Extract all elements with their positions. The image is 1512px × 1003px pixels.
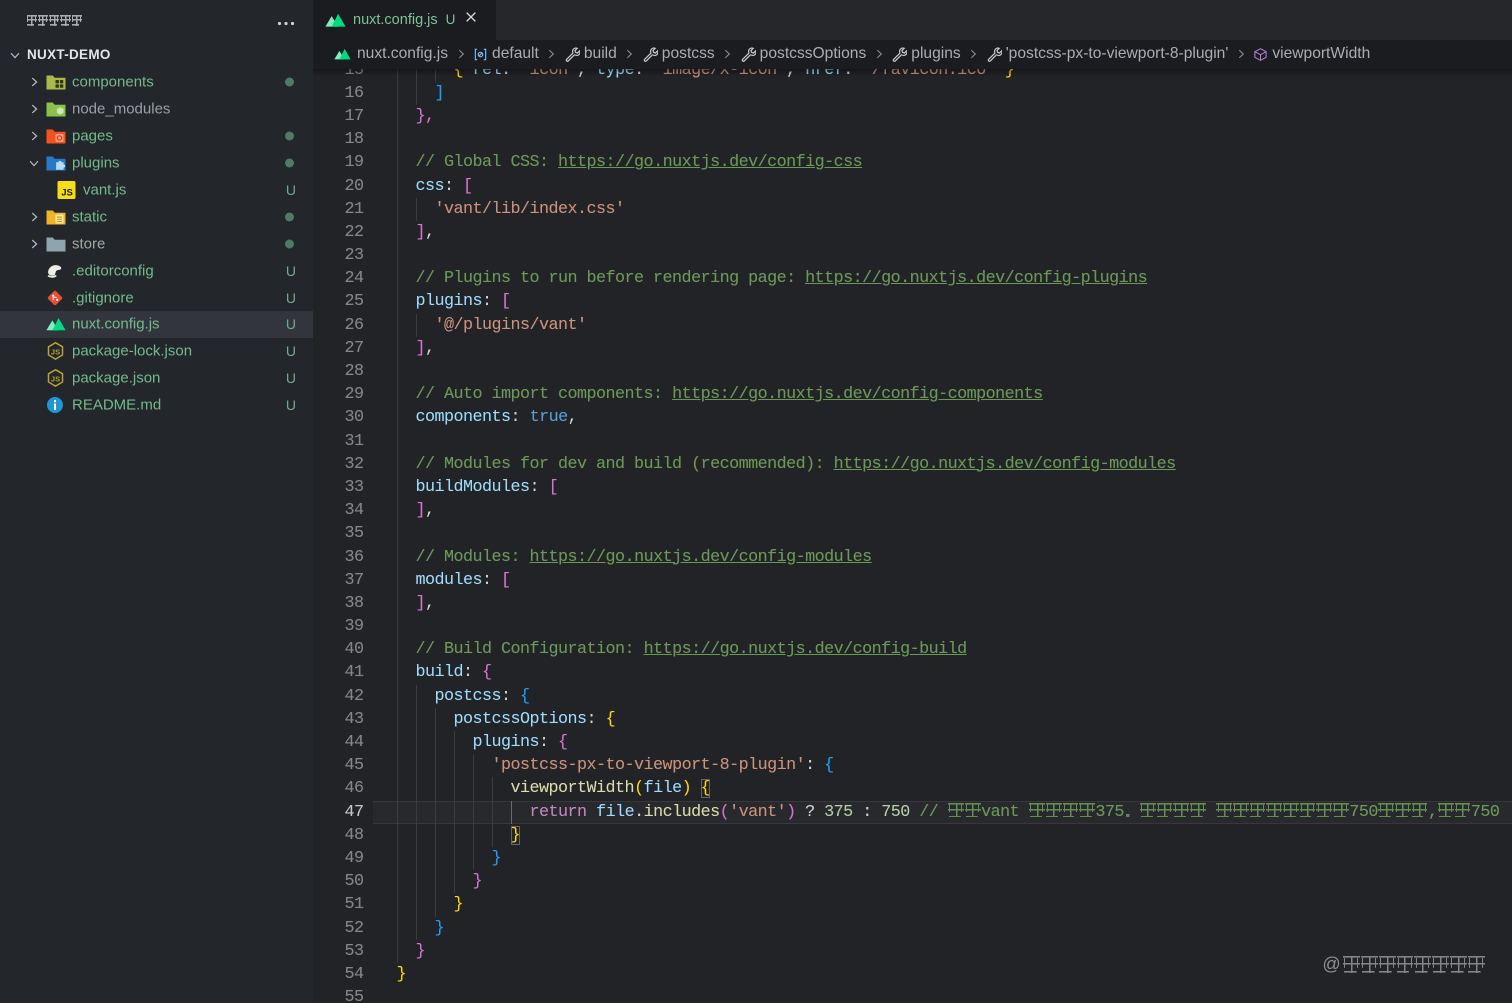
- svg-text:JS: JS: [51, 348, 60, 357]
- svg-text:JS: JS: [51, 375, 60, 384]
- svg-text:JS: JS: [61, 188, 73, 199]
